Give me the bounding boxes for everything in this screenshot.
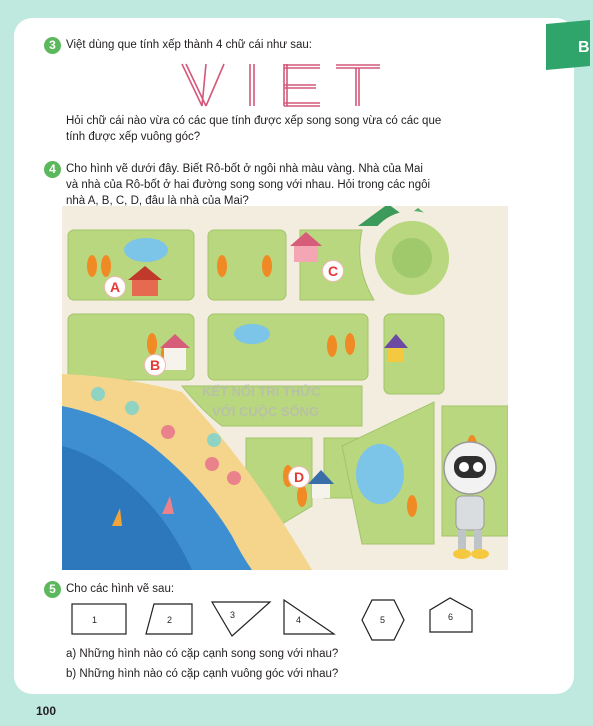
shape-label-6: 6 [448,612,454,622]
exercise-4-line1: Cho hình vẽ dưới đây. Biết Rô-bốt ở ngôi… [66,163,423,175]
exercise-4-line2: và nhà của Rô-bốt ở hai đường song song … [66,179,431,191]
viet-letters [181,63,380,107]
exercise-3-question-line2: tính được xếp vuông góc? [66,131,201,143]
letter-i [249,64,255,106]
shape-3-triangle [210,601,272,637]
exercise-3-number: 3 [44,37,61,54]
exercise-5-number: 5 [44,581,61,598]
letter-v [181,63,225,107]
exercise-5-question-b: b) Những hình nào có cặp cạnh vuông góc … [66,668,339,680]
shapes-row [71,597,473,641]
house-label-d: D [288,466,310,488]
house-label-b: B [144,354,166,376]
section-tab: B [546,20,590,70]
shape-label-5: 5 [380,615,386,625]
shape-label-1: 1 [92,615,98,625]
watermark-line1: KẾT NỐI TRI THỨC [202,384,321,399]
shape-4-right-triangle [283,598,336,635]
exercise-3-question-line1: Hỏi chữ cái nào vừa có các que tính được… [66,115,442,127]
page-number: 100 [36,704,57,718]
shape-label-2: 2 [167,615,173,625]
exercise-4-number: 4 [44,161,61,178]
exercise-5-question-a: a) Những hình nào có cặp cạnh song song … [66,648,339,660]
shape-label-4: 4 [296,615,302,625]
town-map: KẾT NỐI TRI THỨC VỚI CUỘC SỐNG [62,206,508,570]
house-label-a: A [104,276,126,298]
letter-t [336,64,380,106]
tab-letter: B [578,39,590,56]
exercise-3-prompt: Việt dùng que tính xếp thành 4 chữ cái n… [66,39,312,51]
shape-1-rectangle [71,603,127,635]
watermark-line2: VỚI CUỘC SỐNG [212,404,319,419]
house-label-c: C [322,260,344,282]
shape-label-3: 3 [230,610,236,620]
letter-e [283,64,320,107]
